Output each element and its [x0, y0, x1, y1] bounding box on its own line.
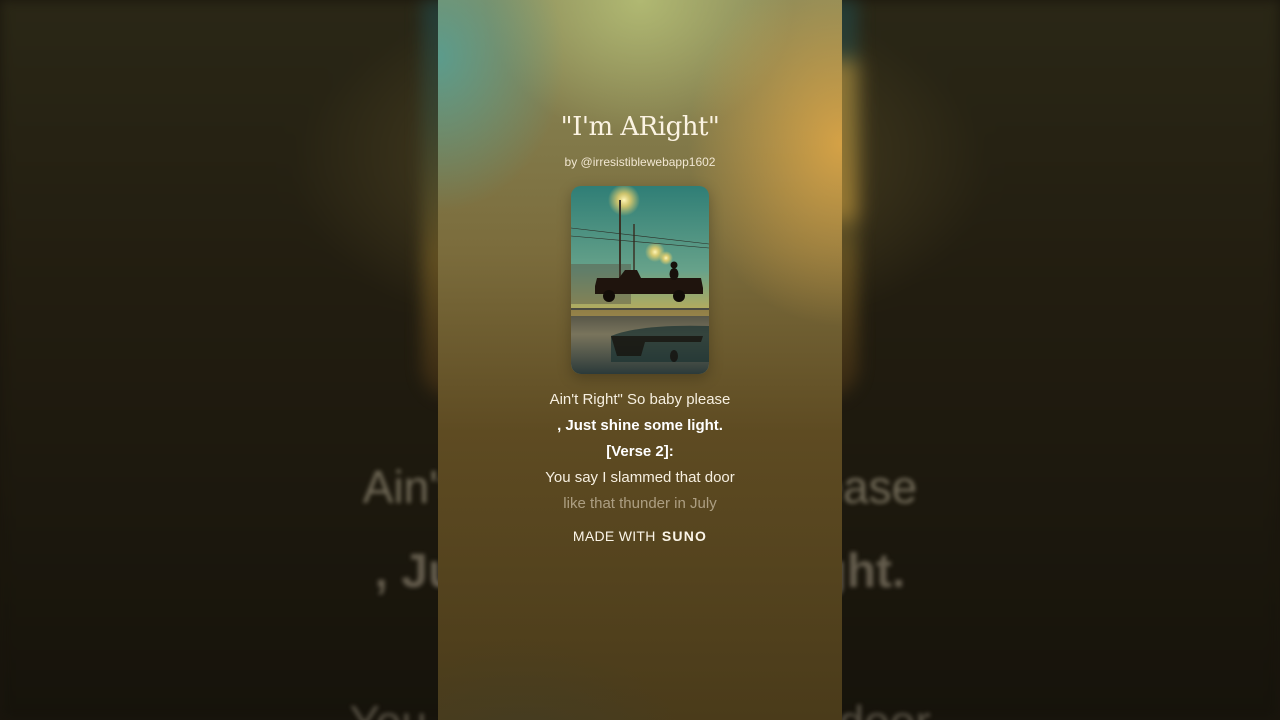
song-title: "I'm ARight" — [560, 112, 720, 142]
lyric-line-current: , Just shine some light. — [557, 417, 723, 434]
lyric-section-label: [Verse 2]: — [606, 443, 674, 460]
video-frame: Ain't Right" So baby please , Just shine… — [0, 0, 1280, 720]
made-with-badge: MADE WITH SUNO — [438, 528, 842, 544]
suno-logo: SUNO — [661, 528, 708, 544]
lyric-line: You say I slammed that door — [545, 469, 735, 486]
song-card: "I'm ARight" by @irresistiblewebapp1602 — [438, 0, 842, 720]
lyric-line-upcoming: like that thunder in July — [563, 495, 717, 512]
lyric-line: Ain't Right" So baby please — [549, 391, 731, 408]
cover-art — [571, 186, 709, 374]
artist-handle: by @irresistiblewebapp1602 — [564, 155, 716, 169]
made-with-label: MADE WITH — [572, 528, 656, 544]
lyrics-panel: Ain't Right" So baby please , Just shine… — [438, 390, 842, 520]
cover-art-image — [571, 186, 709, 374]
